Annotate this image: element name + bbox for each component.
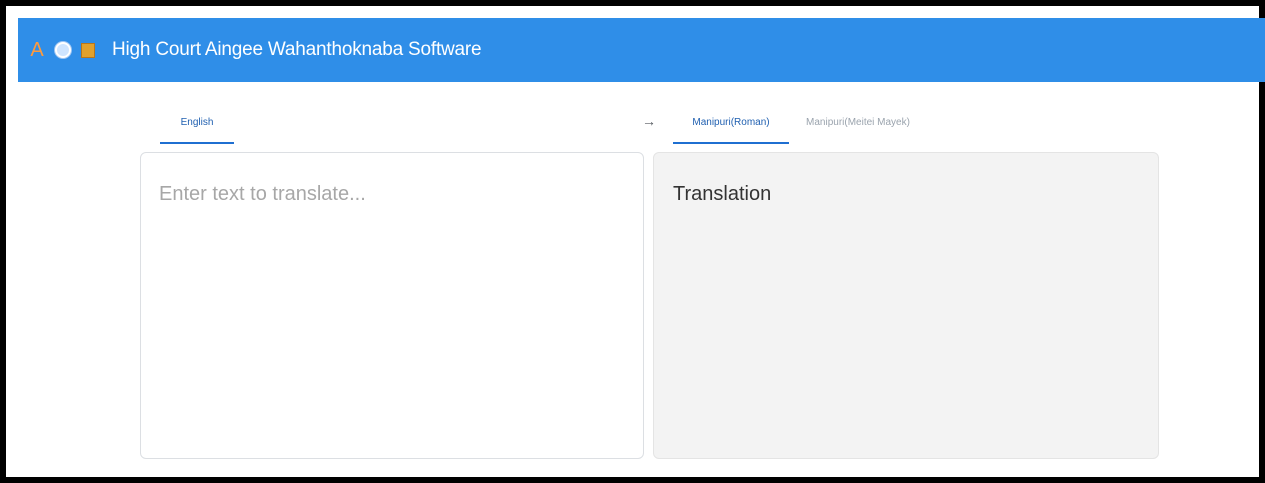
- tab-label: English: [180, 116, 214, 128]
- app-title: High Court Aingee Wahanthoknaba Software: [112, 39, 482, 60]
- translation-panel: Translation: [653, 152, 1159, 459]
- active-tab-indicator: [160, 142, 234, 144]
- tab-source-english[interactable]: English: [160, 100, 234, 144]
- source-panel: [140, 152, 644, 459]
- tab-label: Manipuri(Meitei Mayek): [806, 116, 910, 128]
- active-tab-indicator: [673, 142, 789, 144]
- arrow-right-icon[interactable]: →: [642, 114, 656, 128]
- tab-target-manipuri-roman[interactable]: Manipuri(Roman): [673, 100, 789, 144]
- tab-target-manipuri-meitei-mayek[interactable]: Manipuri(Meitei Mayek): [796, 100, 920, 144]
- book-icon: [80, 18, 96, 82]
- letter-a-logo: A: [30, 38, 44, 61]
- screenshot-frame: A High Court Aingee Wahanthoknaba Softwa…: [0, 0, 1265, 483]
- tab-label: Manipuri(Roman): [692, 116, 770, 128]
- circle-emblem-icon: [54, 18, 72, 82]
- app-bar: A High Court Aingee Wahanthoknaba Softwa…: [18, 18, 1265, 82]
- source-text-input[interactable]: [141, 153, 643, 458]
- translation-output: Translation: [673, 183, 772, 205]
